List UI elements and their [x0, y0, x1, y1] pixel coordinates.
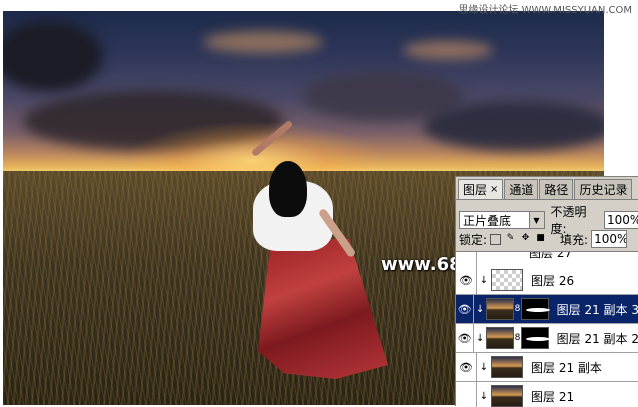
layer-thumbnail [491, 385, 523, 407]
tab-history[interactable]: 历史记录 [574, 179, 633, 199]
layer-row[interactable]: 👁 ↓ 8 图层 21 副本 2 [456, 324, 638, 353]
blend-mode-value: 正片叠底 [463, 213, 512, 228]
eye-icon[interactable]: 👁 [456, 266, 477, 294]
lock-transparency-icon[interactable] [490, 233, 502, 245]
girl-hair [269, 161, 307, 217]
layers-list: 图层 27 👁 ↓ 图层 26 👁 ↓ 8 图层 21 副本 3 👁 ↓ 8 图… [456, 251, 638, 407]
clip-arrow-icon: ↓ [476, 303, 485, 315]
chain-icon[interactable]: 8 [514, 333, 521, 343]
layer-row[interactable]: 👁 ↓ 图层 21 副本 [456, 353, 638, 382]
layer-name: 图层 21 副本 3 [556, 302, 638, 317]
layer-name: 图层 21 副本 [531, 360, 602, 375]
layer-thumbnail [491, 356, 523, 378]
chain-icon[interactable]: 8 [514, 304, 521, 314]
tab-label: 路径 [544, 183, 569, 197]
cloud [403, 41, 493, 59]
chevron-down-icon[interactable]: ▼ [528, 212, 544, 228]
fill-value: 100% [594, 232, 628, 246]
layer-row[interactable]: 图层 27 [456, 251, 638, 267]
layer-mask-thumbnail[interactable] [520, 327, 550, 349]
close-icon[interactable]: × [490, 184, 498, 195]
layer-name: 图层 21 [531, 389, 575, 404]
cloud [3, 21, 103, 91]
fill-label: 填充: [560, 232, 589, 247]
layer-thumbnail [486, 327, 514, 349]
layer-thumbnail [486, 298, 514, 320]
tab-label: 通道 [509, 183, 534, 197]
tab-label: 历史记录 [579, 183, 628, 197]
eye-icon[interactable]: 👁 [456, 324, 475, 352]
clip-arrow-icon: ↓ [476, 332, 485, 344]
layer-name: 图层 21 副本 2 [556, 331, 638, 346]
lock-row: 锁定: ✎ ✥ ■ 填充: 100% [459, 230, 638, 248]
opacity-value: 100% [606, 213, 638, 227]
opacity-field[interactable]: 100% [603, 211, 638, 229]
eye-icon[interactable]: 👁 [456, 295, 475, 323]
watermark-site: 思缘设计论坛 WWW.MISSYUAN.COM [458, 5, 632, 16]
move-icon[interactable]: ✥ [520, 233, 531, 245]
clip-arrow-icon: ↓ [479, 390, 489, 402]
panel-tabs: 图层 × 通道 路径 历史记录 [456, 177, 638, 200]
tab-layers[interactable]: 图层 × [458, 179, 504, 199]
fill-field[interactable]: 100% [591, 230, 628, 248]
lock-label: 锁定: [459, 232, 488, 247]
layer-row[interactable]: 👁 ↓ 图层 26 [456, 266, 638, 295]
cloud [203, 31, 323, 53]
layer-row-selected[interactable]: 👁 ↓ 8 图层 21 副本 3 [456, 295, 638, 324]
blend-mode-select[interactable]: 正片叠底 ▼ [459, 211, 545, 229]
eye-icon[interactable]: 👁 [456, 353, 477, 381]
tab-label: 图层 [463, 183, 488, 197]
eye-icon[interactable] [456, 252, 477, 266]
layer-name: 图层 26 [531, 273, 575, 288]
clip-arrow-icon: ↓ [479, 274, 489, 286]
lock-icon[interactable]: ■ [535, 233, 546, 245]
layer-mask-thumbnail[interactable] [520, 298, 550, 320]
layer-row[interactable]: ↓ 图层 21 [456, 382, 638, 407]
layers-panel: 图层 × 通道 路径 历史记录 正片叠底 ▼ 不透明度: 100% 锁定: ✎ … [455, 176, 638, 407]
clip-arrow-icon: ↓ [479, 361, 489, 373]
tab-channels[interactable]: 通道 [504, 179, 539, 199]
tab-paths[interactable]: 路径 [539, 179, 574, 199]
cloud [423, 101, 604, 151]
brush-icon[interactable]: ✎ [505, 233, 516, 245]
layer-thumbnail [491, 269, 523, 291]
eye-icon[interactable] [456, 382, 477, 407]
layer-name: 图层 27 [529, 251, 573, 260]
lock-icons: ✎ ✥ ■ [490, 233, 546, 245]
